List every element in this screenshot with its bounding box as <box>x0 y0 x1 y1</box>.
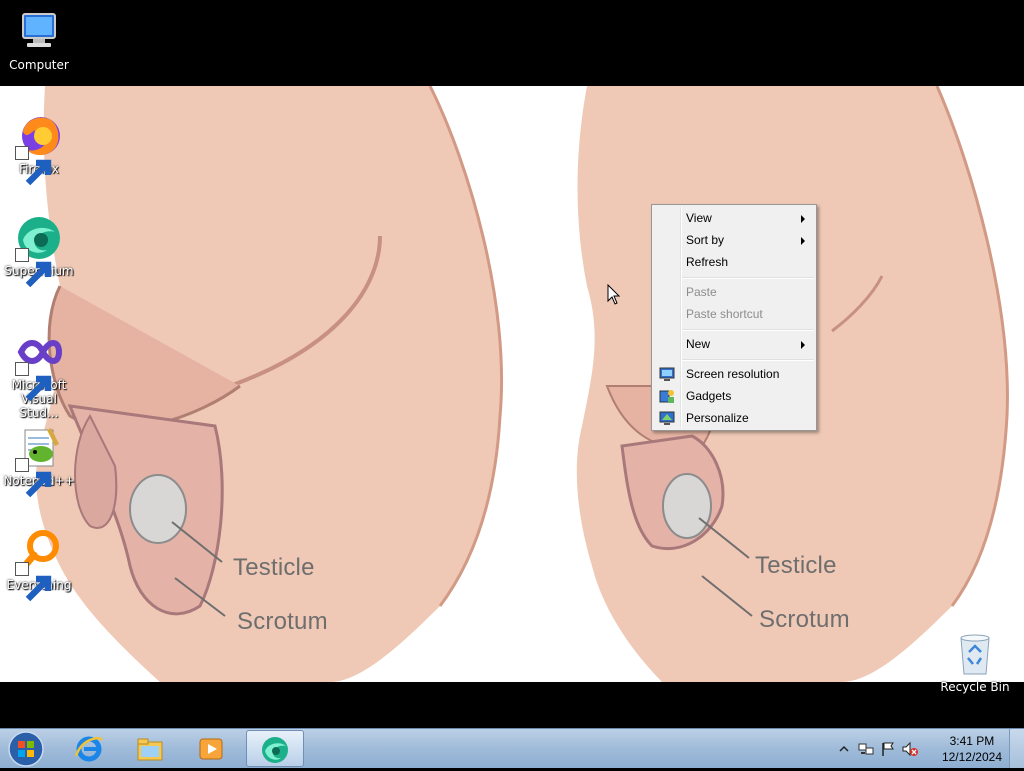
desktop-icon-computer[interactable]: Computer <box>1 8 77 72</box>
taskbar-internet-explorer[interactable] <box>61 730 119 767</box>
menu-item-label: View <box>686 211 712 225</box>
menu-item-label: Personalize <box>686 411 749 425</box>
taskbar-media-player[interactable] <box>183 730 241 767</box>
taskbar-supermium[interactable] <box>246 730 304 767</box>
system-tray: 3:41 PM 12/12/2024 <box>834 729 1024 769</box>
menu-separator <box>682 329 814 331</box>
notepadpp-icon <box>15 424 63 498</box>
menu-item-label: Screen resolution <box>686 367 780 381</box>
menu-item-label: Gadgets <box>686 389 732 403</box>
wallpaper-label-testicle-right: Testicle <box>755 552 837 579</box>
menu-separator <box>682 277 814 279</box>
volume-muted-icon[interactable] <box>902 741 918 757</box>
menu-item-label: Paste <box>686 285 717 299</box>
windows-start-icon <box>8 731 44 767</box>
wallpaper-label-scrotum-left: Scrotum <box>237 608 328 635</box>
action-center-flag-icon[interactable] <box>880 741 896 757</box>
recycle-bin-icon <box>951 630 999 678</box>
menu-item-view[interactable]: View <box>654 207 814 229</box>
menu-item-screen-resolution[interactable]: Screen resolution <box>654 363 814 385</box>
desktop-icon-recycle-bin[interactable]: Recycle Bin <box>937 630 1013 694</box>
desktop-icon-firefox[interactable]: Firefox <box>1 112 77 186</box>
taskbar-file-explorer[interactable] <box>122 730 180 767</box>
computer-icon <box>15 8 63 56</box>
show-desktop-button[interactable] <box>1009 729 1024 768</box>
supermium-icon <box>15 214 63 288</box>
desktop-wallpaper: Testicle Scrotum Testicle Scrotum <box>0 86 1024 682</box>
wallpaper-label-testicle-left: Testicle <box>233 554 315 581</box>
desktop-icon-notepadpp[interactable]: Notepad++ <box>1 424 77 498</box>
shortcut-arrow-icon <box>15 458 52 498</box>
menu-item-personalize[interactable]: Personalize <box>654 407 814 429</box>
taskbar-clock[interactable]: 3:41 PM 12/12/2024 <box>942 733 1002 765</box>
taskbar: 3:41 PM 12/12/2024 <box>0 728 1024 768</box>
mouse-cursor-icon <box>607 284 621 305</box>
menu-item-sort-by[interactable]: Sort by <box>654 229 814 251</box>
submenu-arrow-icon <box>801 237 805 245</box>
menu-item-paste[interactable]: Paste <box>654 281 814 303</box>
desktop-icon-visual-studio[interactable]: Microsoft Visual Stud... <box>1 328 77 420</box>
file-explorer-icon <box>137 738 163 761</box>
supermium-icon <box>262 737 288 763</box>
menu-item-label: Paste shortcut <box>686 307 763 321</box>
desktop-icon-everything[interactable]: Everything <box>1 528 77 602</box>
desktop-context-menu: View Sort by Refresh Paste Paste shortcu… <box>651 204 817 431</box>
visual-studio-icon <box>15 328 63 402</box>
personalize-icon <box>659 411 675 425</box>
network-icon[interactable] <box>858 741 874 757</box>
shortcut-arrow-icon <box>15 248 52 288</box>
clock-time: 3:41 PM <box>949 734 995 748</box>
internet-explorer-icon <box>74 736 104 762</box>
submenu-arrow-icon <box>801 341 805 349</box>
desktop-icon-label: Computer <box>9 58 69 72</box>
media-player-icon <box>199 738 223 760</box>
menu-item-paste-shortcut[interactable]: Paste shortcut <box>654 303 814 325</box>
menu-item-new[interactable]: New <box>654 333 814 355</box>
menu-separator <box>682 359 814 361</box>
start-button[interactable] <box>4 730 48 768</box>
menu-item-label: Refresh <box>686 255 729 269</box>
clock-date: 12/12/2024 <box>941 750 1002 764</box>
desktop-icon-label: Recycle Bin <box>940 680 1010 694</box>
firefox-icon <box>15 112 63 186</box>
desktop-icon-supermium[interactable]: Supermium <box>1 214 77 288</box>
menu-item-gadgets[interactable]: Gadgets <box>654 385 814 407</box>
gadgets-icon <box>659 390 674 403</box>
submenu-arrow-icon <box>801 215 805 223</box>
menu-item-refresh[interactable]: Refresh <box>654 251 814 273</box>
shortcut-arrow-icon <box>15 362 52 402</box>
wallpaper-label-scrotum-right: Scrotum <box>759 606 850 633</box>
everything-icon <box>15 528 63 602</box>
shortcut-arrow-icon <box>15 562 52 602</box>
menu-item-label: Sort by <box>686 233 725 247</box>
menu-item-label: New <box>686 337 711 351</box>
show-hidden-icons-icon[interactable] <box>836 741 852 757</box>
shortcut-arrow-icon <box>15 146 52 186</box>
screen-resolution-icon <box>659 367 675 381</box>
